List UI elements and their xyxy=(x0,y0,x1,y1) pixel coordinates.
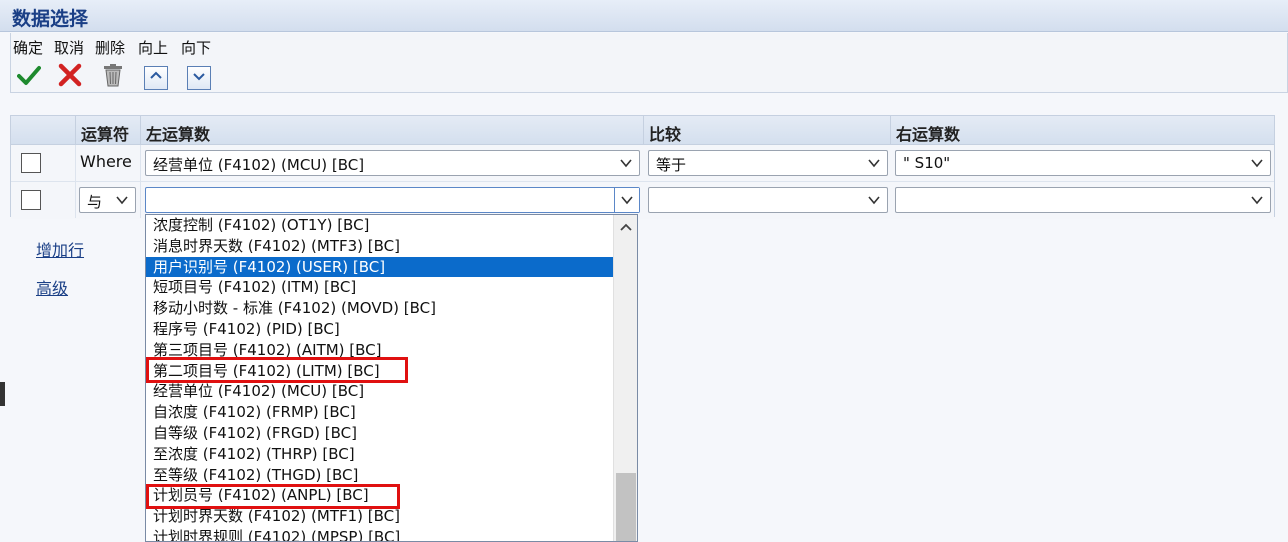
splitter-handle[interactable] xyxy=(0,382,5,406)
operator-text: Where xyxy=(80,152,132,171)
dropdown-option[interactable]: 计划时界天数 (F4102) (MTF1) [BC] xyxy=(146,506,613,527)
row-select-cell xyxy=(11,182,76,218)
chevron-up-icon xyxy=(144,66,168,90)
operator-cell: Where xyxy=(76,145,141,181)
right-operand-select[interactable] xyxy=(895,187,1271,213)
dropdown-option[interactable]: 浓度控制 (F4102) (OT1Y) [BC] xyxy=(146,215,613,236)
chevron-down-icon xyxy=(1251,196,1263,205)
move-up-label: 向上 xyxy=(138,39,169,57)
chevron-down-icon xyxy=(1251,159,1263,168)
compare-value: 等于 xyxy=(656,156,687,174)
dropdown-option[interactable]: 消息时界天数 (F4102) (MTF3) [BC] xyxy=(146,236,613,257)
dropdown-option[interactable]: 至等级 (F4102) (THGD) [BC] xyxy=(146,465,613,486)
dropdown-option[interactable]: 用户识别号 (F4102) (USER) [BC] xyxy=(146,256,613,278)
cancel-button[interactable]: 取消 xyxy=(54,37,85,87)
left-operand-select[interactable] xyxy=(145,187,640,213)
advanced-link[interactable]: 高级 xyxy=(36,275,68,299)
dropdown-option[interactable]: 程序号 (F4102) (PID) [BC] xyxy=(146,319,613,340)
header-select xyxy=(11,116,76,145)
dropdown-option[interactable]: 至浓度 (F4102) (THRP) [BC] xyxy=(146,444,613,465)
ok-label: 确定 xyxy=(13,39,44,57)
row-select-cell xyxy=(11,145,76,181)
cancel-label: 取消 xyxy=(54,39,85,57)
operator-value: 与 xyxy=(87,193,103,211)
right-operand-select[interactable]: " S10" xyxy=(895,150,1271,176)
highlight-box-anpl xyxy=(146,484,400,509)
dropdown-option[interactable]: 移动小时数 - 标准 (F4102) (MOVD) [BC] xyxy=(146,298,613,319)
move-down-label: 向下 xyxy=(181,39,212,57)
dropdown-option[interactable]: 自等级 (F4102) (FRGD) [BC] xyxy=(146,423,613,444)
operator-cell: 与 xyxy=(76,182,141,218)
header-compare: 比较 xyxy=(644,116,891,145)
highlight-box-litm xyxy=(146,357,408,383)
chevron-down-icon xyxy=(116,196,128,205)
row-checkbox[interactable] xyxy=(21,190,41,210)
chevron-down-icon xyxy=(868,159,880,168)
operator-select[interactable]: 与 xyxy=(79,187,136,213)
chevron-down-icon xyxy=(187,66,211,90)
dropdown-option[interactable]: 短项目号 (F4102) (ITM) [BC] xyxy=(146,277,613,298)
window-title-bar: 数据选择 xyxy=(0,0,1288,32)
header-operator: 运算符 xyxy=(76,116,141,145)
left-operand-select[interactable]: 经营单位 (F4102) (MCU) [BC] xyxy=(145,150,640,176)
window-title: 数据选择 xyxy=(12,8,89,30)
chevron-down-icon xyxy=(868,196,880,205)
left-operand-value: 经营单位 (F4102) (MCU) [BC] xyxy=(153,156,365,174)
header-left-operand: 左运算数 xyxy=(141,116,644,145)
add-row-link[interactable]: 增加行 xyxy=(36,237,84,261)
scroll-up-icon[interactable] xyxy=(618,221,634,233)
dropdown-option[interactable]: 自浓度 (F4102) (FRMP) [BC] xyxy=(146,402,613,423)
delete-label: 删除 xyxy=(95,39,126,57)
dropdown-scrollbar[interactable] xyxy=(613,215,637,541)
chevron-down-icon xyxy=(620,159,632,168)
close-icon xyxy=(58,63,82,87)
compare-select[interactable] xyxy=(648,187,888,213)
trash-icon xyxy=(104,64,122,87)
scroll-thumb[interactable] xyxy=(616,473,636,541)
dropdown-option[interactable]: 计划时界规则 (F4102) (MPSP) [BC] xyxy=(146,527,613,541)
move-down-button[interactable]: 向下 xyxy=(181,37,212,90)
checkmark-icon xyxy=(17,66,41,85)
row-checkbox[interactable] xyxy=(21,153,41,173)
ok-button[interactable]: 确定 xyxy=(13,37,44,85)
compare-select[interactable]: 等于 xyxy=(648,150,888,176)
dropdown-option[interactable]: 经营单位 (F4102) (MCU) [BC] xyxy=(146,381,613,402)
right-operand-value: " S10" xyxy=(903,154,951,172)
toolbar: 确定 取消 删除 向上 向下 xyxy=(10,33,1288,93)
move-up-button[interactable]: 向上 xyxy=(138,37,169,90)
table-row: Where 经营单位 (F4102) (MCU) [BC] 等于 " S10" xyxy=(11,145,1274,182)
dropdown-toggle[interactable] xyxy=(614,188,639,212)
chevron-down-icon xyxy=(621,196,633,205)
criteria-grid: 运算符 左运算数 比较 右运算数 Where 经营单位 (F4102) (MCU… xyxy=(10,115,1275,219)
header-right-operand: 右运算数 xyxy=(891,116,1274,145)
delete-button[interactable]: 删除 xyxy=(95,37,126,87)
